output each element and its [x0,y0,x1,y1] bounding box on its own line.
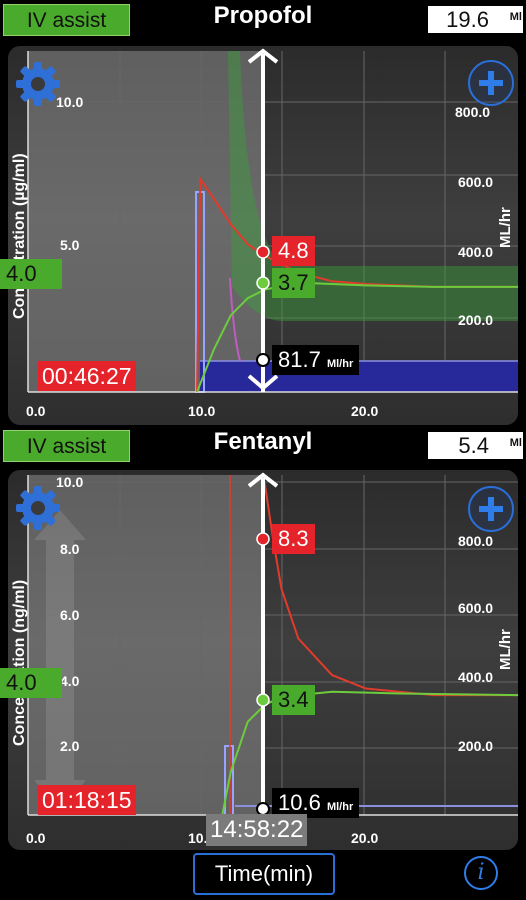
add-icon[interactable] [468,60,514,106]
elapsed-timer: 01:18:15 [38,785,136,815]
y-left-axis-label: Concentration (µg/ml) [11,153,28,319]
y-left-tick: 10.0 [56,94,84,110]
drug-title: Fentanyl [213,428,313,455]
iv-assist-button[interactable]: IV assist [3,430,130,462]
target-concentration-tag[interactable]: 4.0 [0,259,62,289]
y-left-axis-label: Concentration (ng/ml) [11,579,28,746]
y-left-tick: 8.0 [60,541,80,557]
iv-assist-button[interactable]: IV assist [3,4,130,36]
propofol-header: IV assist Propofol 19.6 Ml [0,0,526,38]
drug-title: Propofol [213,2,313,29]
effect-concentration-tag: 3.7 [272,268,315,298]
y-right-tick: 600.0 [458,600,494,616]
elapsed-timer: 00:46:27 [38,361,136,391]
y-right-tick: 200.0 [458,738,494,754]
y-left-tick: 10.0 [56,474,84,490]
x-tick: 20.0 [351,403,379,419]
fentanyl-header: IV assist Fentanyl 5.4 Ml [0,426,526,464]
plasma-concentration-tag: 8.3 [272,524,315,554]
add-icon[interactable] [468,486,514,532]
rate-value: 19.6 [446,7,489,32]
target-concentration-tag[interactable]: 4.0 [0,668,62,698]
settings-gear-icon[interactable] [14,484,62,532]
y-right-axis-label: ML/hr [497,629,514,670]
rate-value: 5.4 [458,433,489,458]
x-tick: 20.0 [351,830,379,846]
fentanyl-chart-panel[interactable]: 10.0 8.0 6.0 4.0 2.0 800.0 600.0 400.0 2… [8,470,518,850]
effect-concentration-tag: 3.4 [272,685,315,715]
propofol-chart-panel[interactable]: 10.0 5.0 800.0 600.0 400.0 200.0 Concent… [8,46,518,425]
y-left-tick: 5.0 [60,237,80,253]
settings-gear-icon[interactable] [14,60,62,108]
y-left-tick: 6.0 [60,607,80,623]
x-tick: 0.0 [26,830,46,846]
infusion-rate-tag: 81.7 Ml/hr [272,345,360,375]
y-right-tick: 600.0 [458,174,494,190]
current-time-clock: 14:58:22 [206,814,308,846]
y-left-tick: 2.0 [60,738,80,754]
x-tick: 10.0 [188,403,216,419]
rate-display[interactable]: 5.4 Ml [428,432,523,459]
plasma-concentration-tag: 4.8 [272,236,315,266]
y-left-tick: 4.0 [60,673,80,689]
y-right-tick: 800.0 [455,104,491,120]
y-right-tick: 400.0 [458,669,494,685]
info-icon[interactable]: i [464,856,498,890]
x-tick: 0.0 [26,403,46,419]
rate-unit: Ml [509,437,522,449]
infusion-rate-unit: Ml/hr [326,358,354,370]
infusion-rate-value: 10.6 [278,790,321,815]
y-right-tick: 400.0 [458,244,494,260]
rate-display[interactable]: 19.6 Ml [428,6,523,33]
rate-unit: Ml [509,11,522,23]
y-right-tick: 200.0 [458,312,494,328]
y-right-axis-label: ML/hr [497,207,514,248]
y-right-tick: 800.0 [458,533,494,549]
infusion-rate-unit: Ml/hr [326,801,354,813]
time-axis-button[interactable]: Time(min) [193,853,335,895]
infusion-rate-value: 81.7 [278,347,321,372]
